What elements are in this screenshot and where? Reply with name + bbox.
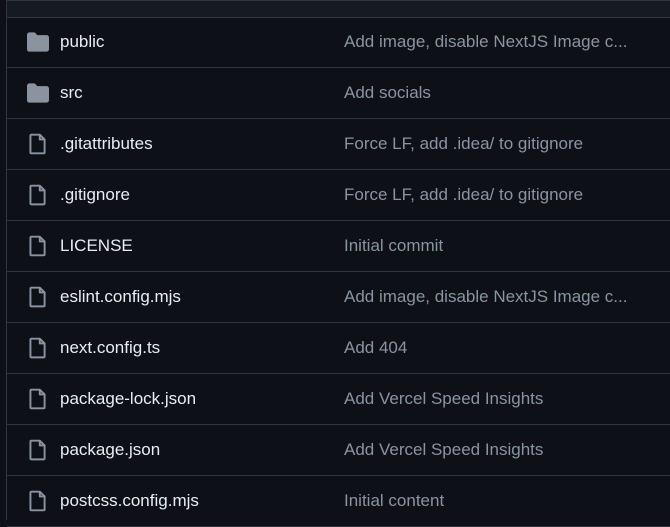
commit-message-link[interactable]: Force LF, add .idea/ to gitignore (344, 185, 583, 205)
folder-icon (27, 82, 49, 104)
file-icon (27, 184, 49, 206)
file-name-link[interactable]: eslint.config.mjs (60, 287, 181, 307)
file-icon (27, 388, 49, 410)
file-name-link[interactable]: .gitattributes (60, 134, 153, 154)
table-row[interactable]: public Add image, disable NextJS Image c… (7, 17, 670, 68)
commit-message-link[interactable]: Add Vercel Speed Insights (344, 440, 543, 460)
file-icon (27, 133, 49, 155)
file-icon (27, 490, 49, 512)
commit-message-link[interactable]: Add socials (344, 83, 431, 103)
file-icon (27, 286, 49, 308)
file-name-link[interactable]: .gitignore (60, 185, 130, 205)
commit-message-link[interactable]: Initial content (344, 491, 444, 511)
file-browser-table: public Add image, disable NextJS Image c… (6, 0, 670, 527)
commit-message-link[interactable]: Add image, disable NextJS Image c... (344, 287, 627, 307)
table-row[interactable]: .gitignore Force LF, add .idea/ to gitig… (7, 170, 670, 221)
table-row[interactable]: package.json Add Vercel Speed Insights (7, 425, 670, 476)
table-row[interactable]: .gitattributes Force LF, add .idea/ to g… (7, 119, 670, 170)
table-row[interactable]: eslint.config.mjs Add image, disable Nex… (7, 272, 670, 323)
table-row[interactable]: next.config.ts Add 404 (7, 323, 670, 374)
file-name-link[interactable]: public (60, 32, 104, 52)
commit-message-link[interactable]: Add Vercel Speed Insights (344, 389, 543, 409)
table-row[interactable]: LICENSE Initial commit (7, 221, 670, 272)
file-name-link[interactable]: package-lock.json (60, 389, 196, 409)
table-row[interactable]: package-lock.json Add Vercel Speed Insig… (7, 374, 670, 425)
file-name-link[interactable]: package.json (60, 440, 160, 460)
folder-icon (27, 31, 49, 53)
commit-message-link[interactable]: Add image, disable NextJS Image c... (344, 32, 627, 52)
commit-message-link[interactable]: Initial commit (344, 236, 443, 256)
file-icon (27, 439, 49, 461)
file-name-link[interactable]: postcss.config.mjs (60, 491, 199, 511)
file-list: public Add image, disable NextJS Image c… (7, 17, 670, 527)
commit-message-link[interactable]: Force LF, add .idea/ to gitignore (344, 134, 583, 154)
file-icon (27, 235, 49, 257)
file-name-link[interactable]: LICENSE (60, 236, 133, 256)
table-row[interactable]: src Add socials (7, 68, 670, 119)
file-name-link[interactable]: next.config.ts (60, 338, 160, 358)
file-name-link[interactable]: src (60, 83, 83, 103)
commit-message-link[interactable]: Add 404 (344, 338, 407, 358)
file-icon (27, 337, 49, 359)
table-header-strip (7, 1, 670, 18)
